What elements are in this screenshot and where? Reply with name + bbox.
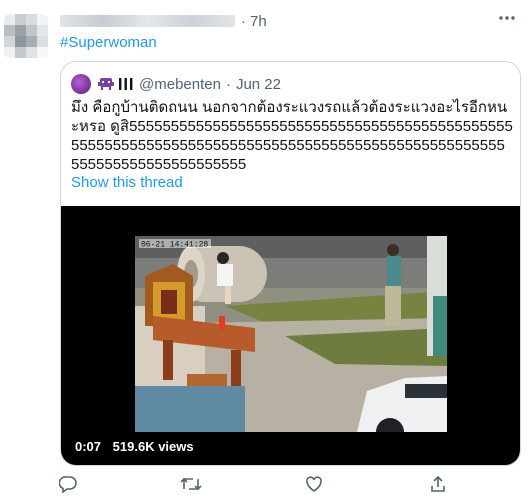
author-line: · 7h (60, 10, 267, 32)
more-icon[interactable] (497, 8, 517, 33)
quote-display-name[interactable] (97, 76, 134, 92)
author-name-blurred[interactable] (60, 15, 235, 27)
quote-date[interactable]: Jun 22 (236, 76, 281, 93)
dot-separator: · (241, 12, 246, 30)
camera-timestamp: 06-21 14:41:28 (141, 241, 208, 250)
author-avatar[interactable] (4, 14, 48, 58)
quote-header: @mebenten · Jun 22 (71, 74, 281, 94)
quote-handle[interactable]: @mebenten (139, 76, 221, 93)
quoted-tweet[interactable]: @mebenten · Jun 22 มึง คือกูบ้านติดถนน น… (60, 61, 521, 466)
show-thread-link[interactable]: Show this thread (71, 174, 183, 191)
video-info: 0:07 519.6K views (75, 439, 194, 454)
like-icon[interactable] (300, 470, 328, 498)
video-elapsed: 0:07 (75, 439, 102, 454)
bars-glyph-icon (119, 78, 133, 90)
dot-separator: · (225, 75, 231, 93)
quote-text: มึง คือกูบ้านติดถนน นอกจากต้องระแวงรถแล้… (71, 99, 513, 173)
retweet-icon[interactable] (177, 470, 205, 498)
tweet-time[interactable]: 7h (250, 13, 267, 30)
video-player[interactable]: 06-21 14:41:28 0:07 519.6K views (61, 206, 520, 465)
video-frame[interactable]: 06-21 14:41:28 (135, 236, 447, 432)
video-views: 519.6K views (112, 439, 194, 454)
share-icon[interactable] (424, 470, 452, 498)
tweet-actions (0, 470, 529, 500)
reply-icon[interactable] (54, 470, 82, 498)
quote-avatar[interactable] (71, 74, 91, 94)
hashtag-link[interactable]: #Superwoman (60, 34, 157, 51)
alien-emoji-icon (98, 78, 114, 90)
video-scene: 06-21 14:41:28 (135, 236, 447, 432)
